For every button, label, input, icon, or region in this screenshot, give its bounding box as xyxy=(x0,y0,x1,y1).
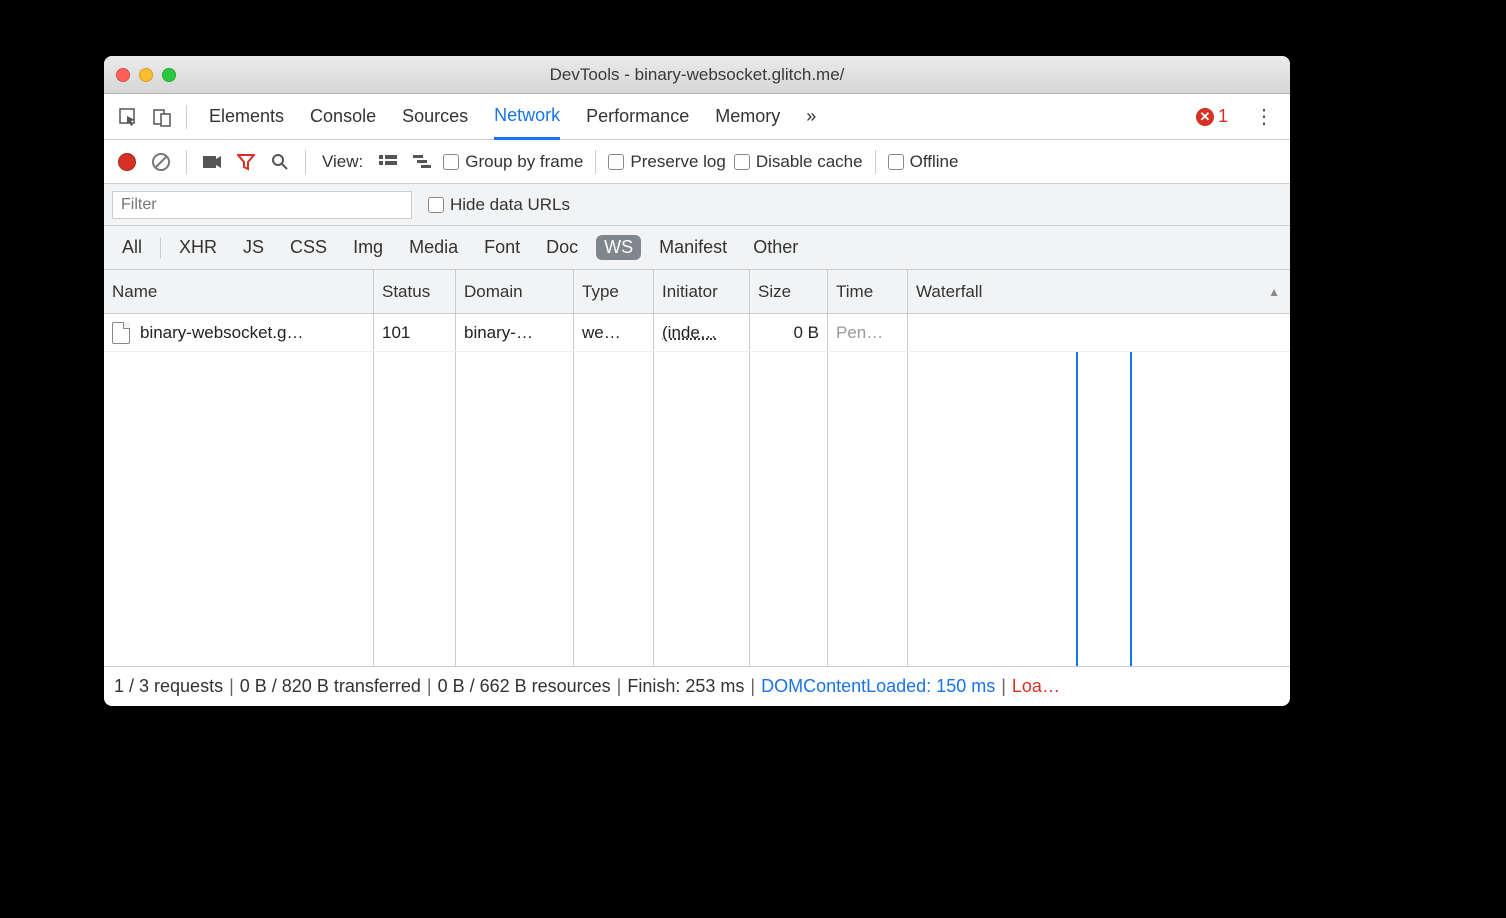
status-requests: 1 / 3 requests xyxy=(114,676,223,697)
tab-performance[interactable]: Performance xyxy=(586,94,689,139)
disable-cache-label: Disable cache xyxy=(756,152,863,172)
traffic-lights xyxy=(116,68,176,82)
hide-data-urls-checkbox[interactable]: Hide data URLs xyxy=(428,195,570,215)
filter-js[interactable]: JS xyxy=(235,235,272,260)
table-row[interactable]: binary-websocket.g… 101 binary-… we… (in… xyxy=(104,314,1290,352)
checkbox-icon xyxy=(734,154,750,170)
filter-img[interactable]: Img xyxy=(345,235,391,260)
col-name[interactable]: Name xyxy=(104,270,374,313)
filter-doc[interactable]: Doc xyxy=(538,235,586,260)
cell-time: Pen… xyxy=(828,314,908,351)
cell-initiator: (inde… xyxy=(654,314,750,351)
checkbox-icon xyxy=(428,197,444,213)
preserve-log-checkbox[interactable]: Preserve log xyxy=(608,152,725,172)
kebab-menu-icon[interactable]: ⋮ xyxy=(1248,104,1280,129)
cell-type: we… xyxy=(574,314,654,351)
filter-ws[interactable]: WS xyxy=(596,235,641,260)
separator xyxy=(186,150,187,174)
titlebar: DevTools - binary-websocket.glitch.me/ xyxy=(104,56,1290,94)
separator xyxy=(160,237,161,259)
record-button[interactable] xyxy=(114,149,140,175)
tab-network[interactable]: Network xyxy=(494,95,560,140)
col-size[interactable]: Size xyxy=(750,270,828,313)
clear-icon[interactable] xyxy=(148,149,174,175)
load-line xyxy=(1130,352,1132,666)
status-finish: Finish: 253 ms xyxy=(627,676,744,697)
large-rows-icon[interactable] xyxy=(375,149,401,175)
group-by-frame-label: Group by frame xyxy=(465,152,583,172)
status-load: Loa… xyxy=(1012,676,1060,697)
device-toolbar-icon[interactable] xyxy=(148,103,176,131)
tab-elements[interactable]: Elements xyxy=(209,94,284,139)
filter-other[interactable]: Other xyxy=(745,235,806,260)
status-transferred: 0 B / 820 B transferred xyxy=(240,676,421,697)
status-bar: 1 / 3 requests | 0 B / 820 B transferred… xyxy=(104,666,1290,706)
table-empty-area xyxy=(104,352,1290,666)
col-domain[interactable]: Domain xyxy=(456,270,574,313)
group-by-frame-checkbox[interactable]: Group by frame xyxy=(443,152,583,172)
filter-bar: Hide data URLs xyxy=(104,184,1290,226)
preserve-log-label: Preserve log xyxy=(630,152,725,172)
cell-name: binary-websocket.g… xyxy=(104,314,374,351)
minimize-icon[interactable] xyxy=(139,68,153,82)
window-title: DevTools - binary-websocket.glitch.me/ xyxy=(104,65,1290,85)
tab-console[interactable]: Console xyxy=(310,94,376,139)
tab-memory[interactable]: Memory xyxy=(715,94,780,139)
offline-checkbox[interactable]: Offline xyxy=(888,152,959,172)
table-body: binary-websocket.g… 101 binary-… we… (in… xyxy=(104,314,1290,666)
tabs-overflow[interactable]: » xyxy=(806,94,816,139)
zoom-icon[interactable] xyxy=(162,68,176,82)
table-header: Name Status Domain Type Initiator Size T… xyxy=(104,270,1290,314)
checkbox-icon xyxy=(608,154,624,170)
filter-all[interactable]: All xyxy=(114,235,150,260)
waterfall-area xyxy=(908,352,1290,666)
close-icon[interactable] xyxy=(116,68,130,82)
camera-icon[interactable] xyxy=(199,149,225,175)
col-status[interactable]: Status xyxy=(374,270,456,313)
filter-xhr[interactable]: XHR xyxy=(171,235,225,260)
error-count: 1 xyxy=(1218,106,1228,127)
separator xyxy=(305,150,306,174)
inspect-icon[interactable] xyxy=(114,103,142,131)
error-badge[interactable]: ✕ 1 xyxy=(1196,106,1228,127)
cell-size: 0 B xyxy=(750,314,828,351)
separator xyxy=(595,150,596,174)
waterfall-view-icon[interactable] xyxy=(409,149,435,175)
cell-domain: binary-… xyxy=(456,314,574,351)
file-icon xyxy=(112,322,130,344)
status-dcl: DOMContentLoaded: 150 ms xyxy=(761,676,995,697)
filter-icon[interactable] xyxy=(233,149,259,175)
cell-status: 101 xyxy=(374,314,456,351)
checkbox-icon xyxy=(443,154,459,170)
filter-css[interactable]: CSS xyxy=(282,235,335,260)
devtools-window: DevTools - binary-websocket.glitch.me/ E… xyxy=(104,56,1290,706)
panel-tabs: Elements Console Sources Network Perform… xyxy=(104,94,1290,140)
dcl-line xyxy=(1076,352,1078,666)
tab-sources[interactable]: Sources xyxy=(402,94,468,139)
col-initiator[interactable]: Initiator xyxy=(654,270,750,313)
status-resources: 0 B / 662 B resources xyxy=(438,676,611,697)
error-icon: ✕ xyxy=(1196,108,1214,126)
filter-font[interactable]: Font xyxy=(476,235,528,260)
filter-media[interactable]: Media xyxy=(401,235,466,260)
cell-waterfall xyxy=(908,314,1290,351)
disable-cache-checkbox[interactable]: Disable cache xyxy=(734,152,863,172)
network-toolbar: View: Group by frame Preserve log Disabl… xyxy=(104,140,1290,184)
search-icon[interactable] xyxy=(267,149,293,175)
col-time[interactable]: Time xyxy=(828,270,908,313)
type-filter-bar: All XHR JS CSS Img Media Font Doc WS Man… xyxy=(104,226,1290,270)
separator xyxy=(186,105,187,129)
col-type[interactable]: Type xyxy=(574,270,654,313)
view-label: View: xyxy=(322,152,363,172)
filter-manifest[interactable]: Manifest xyxy=(651,235,735,260)
col-waterfall[interactable]: Waterfall xyxy=(908,270,1290,313)
offline-label: Offline xyxy=(910,152,959,172)
checkbox-icon xyxy=(888,154,904,170)
separator xyxy=(875,150,876,174)
cell-name-text: binary-websocket.g… xyxy=(140,323,303,343)
hide-data-urls-label: Hide data URLs xyxy=(450,195,570,215)
main-tabs: Elements Console Sources Network Perform… xyxy=(209,94,816,139)
filter-input[interactable] xyxy=(112,191,412,219)
